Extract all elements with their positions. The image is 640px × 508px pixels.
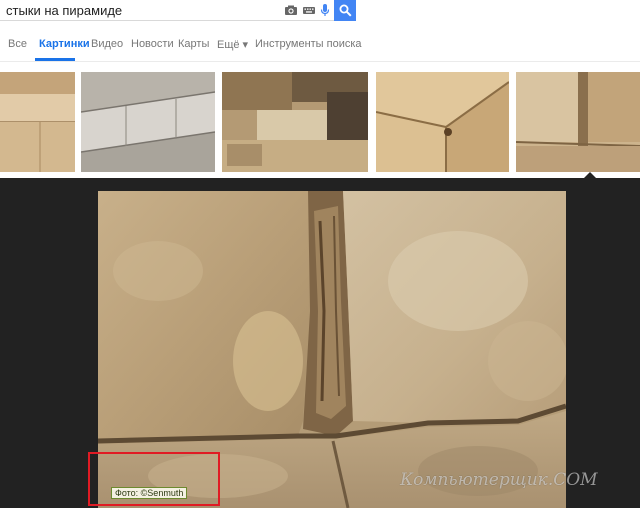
image-thumbnail[interactable]	[0, 72, 75, 172]
tab-images[interactable]: Картинки	[39, 38, 90, 50]
image-thumbnail[interactable]	[376, 72, 509, 172]
active-tab-indicator	[35, 58, 75, 61]
keyboard-icon[interactable]	[302, 3, 316, 17]
thumbnail-strip	[0, 62, 640, 177]
site-watermark: Компьютерщик.COM	[400, 470, 598, 490]
search-button[interactable]	[334, 0, 356, 21]
search-bar	[0, 0, 355, 21]
tab-maps[interactable]: Карты	[178, 38, 209, 50]
tab-news[interactable]: Новости	[131, 38, 174, 50]
tab-all[interactable]: Все	[8, 38, 27, 50]
microphone-icon[interactable]	[318, 3, 332, 17]
image-thumbnail[interactable]	[81, 72, 215, 172]
tab-search-tools[interactable]: Инструменты поиска	[255, 38, 362, 50]
image-thumbnail[interactable]	[222, 72, 368, 172]
image-thumbnail[interactable]	[516, 72, 640, 172]
tab-more[interactable]: Ещё ▾	[217, 38, 248, 51]
search-input[interactable]	[6, 2, 276, 18]
camera-icon[interactable]	[284, 3, 298, 17]
search-tabs: Все Картинки Видео Новости Карты Ещё ▾ И…	[0, 21, 640, 62]
search-icon	[339, 4, 352, 17]
photo-credit-label: Фото: ©Senmuth	[111, 487, 188, 499]
tab-video[interactable]: Видео	[91, 38, 123, 50]
